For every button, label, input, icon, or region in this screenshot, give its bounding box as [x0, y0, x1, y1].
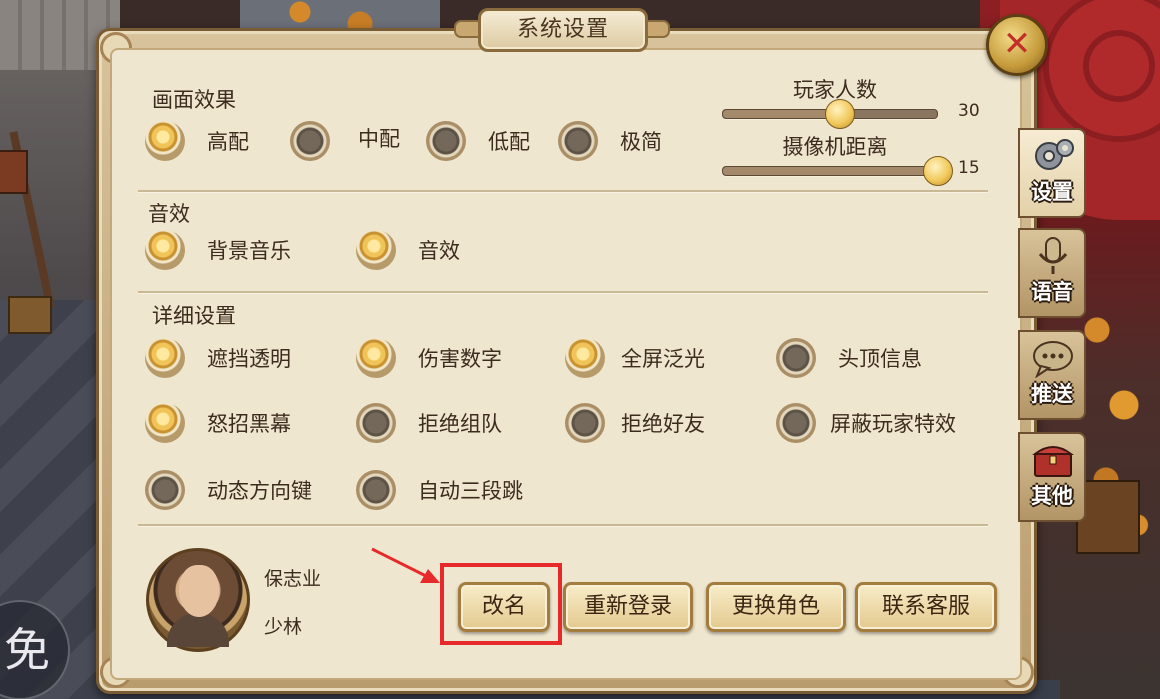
radio-graphics-high[interactable]: 高配: [145, 118, 249, 164]
toggle-indicator: [145, 338, 185, 378]
checkbox-fullscreen-bloom[interactable]: 全屏泛光: [565, 335, 705, 381]
checkbox-sound-effects[interactable]: 音效: [356, 227, 460, 273]
radio-label: 中配: [358, 127, 400, 151]
toggle-indicator: [356, 470, 396, 510]
toggle-indicator: [356, 230, 396, 270]
switch-role-button[interactable]: 更换角色: [706, 582, 846, 632]
section-title-sound: 音效: [148, 202, 190, 226]
tab-voice[interactable]: 语音: [1018, 228, 1086, 318]
checkbox-refuse-friend[interactable]: 拒绝好友: [565, 400, 705, 446]
toggle-label: 音效: [418, 239, 460, 263]
toggle-indicator: [565, 403, 605, 443]
dialog-title: 系统设置: [478, 8, 648, 52]
section-title-graphics: 画面效果: [152, 88, 236, 112]
section-divider: [138, 524, 988, 527]
relogin-button[interactable]: 重新登录: [563, 582, 693, 632]
checkbox-occlusion-transparency[interactable]: 遮挡透明: [145, 335, 291, 381]
annotation-arrow-icon: [371, 547, 440, 583]
toggle-indicator: [356, 338, 396, 378]
player-name: 保志业: [264, 568, 322, 590]
tab-push[interactable]: 推送: [1018, 330, 1086, 420]
checkbox-damage-numbers[interactable]: 伤害数字: [356, 335, 502, 381]
toggle-label: 自动三段跳: [418, 479, 523, 503]
gear-icon: [1030, 136, 1076, 176]
toggle-indicator: [145, 470, 185, 510]
toggle-indicator: [776, 338, 816, 378]
microphone-icon: [1030, 236, 1076, 276]
slider-value-player-count: 30: [958, 101, 980, 121]
toggle-label: 拒绝好友: [621, 412, 705, 436]
radio-graphics-minimal[interactable]: 极简: [558, 118, 662, 164]
tab-other[interactable]: 其他: [1018, 432, 1086, 522]
radio-label: 低配: [488, 130, 530, 154]
toggle-label: 全屏泛光: [621, 347, 705, 371]
treasure-chest-icon: [1030, 440, 1076, 480]
toggle-indicator: [145, 230, 185, 270]
checkbox-rage-blackout[interactable]: 怒招黑幕: [145, 400, 291, 446]
contact-support-button[interactable]: 联系客服: [855, 582, 997, 632]
radio-indicator: [290, 121, 330, 161]
toggle-label: 伤害数字: [418, 347, 502, 371]
toggle-label: 屏蔽玩家特效: [830, 412, 956, 436]
player-school: 少林: [264, 616, 303, 638]
checkbox-auto-triple-jump[interactable]: 自动三段跳: [356, 467, 523, 513]
toggle-label: 拒绝组队: [418, 412, 502, 436]
toggle-indicator: [565, 338, 605, 378]
checkbox-block-player-effects[interactable]: 屏蔽玩家特效: [776, 400, 956, 446]
chat-bubble-icon: [1030, 338, 1076, 378]
player-count-slider[interactable]: [722, 99, 938, 129]
checkbox-background-music[interactable]: 背景音乐: [145, 227, 291, 273]
tab-label: 其他: [1031, 484, 1073, 508]
section-divider: [138, 291, 988, 294]
radio-indicator: [558, 121, 598, 161]
slider-fill: [723, 167, 937, 175]
tab-label: 设置: [1031, 180, 1073, 204]
toggle-indicator: [145, 403, 185, 443]
tab-label: 推送: [1031, 382, 1073, 406]
scene-sign-board: [0, 150, 28, 194]
tab-settings[interactable]: 设置: [1018, 128, 1086, 218]
avatar-body: [167, 613, 229, 647]
tab-label: 语音: [1031, 280, 1073, 304]
avatar: [146, 548, 250, 652]
toggle-label: 头顶信息: [838, 347, 922, 371]
radio-graphics-low[interactable]: 低配: [426, 118, 530, 164]
section-divider: [138, 190, 988, 193]
toggle-label: 遮挡透明: [207, 347, 291, 371]
toggle-label: 怒招黑幕: [207, 412, 291, 436]
toggle-label: 背景音乐: [207, 239, 291, 263]
checkbox-overhead-info[interactable]: 头顶信息: [776, 335, 922, 381]
radio-graphics-medium[interactable]: 中配: [290, 118, 400, 164]
radio-indicator: [145, 121, 185, 161]
slider-value-camera-distance: 15: [958, 158, 980, 178]
slider-label-camera-distance: 摄像机距离: [782, 135, 888, 159]
toggle-label: 动态方向键: [207, 479, 312, 503]
toggle-indicator: [356, 403, 396, 443]
camera-distance-slider[interactable]: [722, 156, 953, 186]
hud-free-button-label: 免: [4, 623, 50, 677]
slider-fill: [723, 110, 839, 118]
toggle-indicator: [776, 403, 816, 443]
checkbox-refuse-team[interactable]: 拒绝组队: [356, 400, 502, 446]
checkbox-dynamic-joystick[interactable]: 动态方向键: [145, 467, 312, 513]
radio-label: 极简: [620, 130, 662, 154]
section-title-details: 详细设置: [152, 304, 236, 328]
highlight-box: [440, 563, 562, 645]
close-icon: ✕: [1002, 24, 1032, 64]
slider-handle[interactable]: [824, 99, 855, 129]
avatar-face: [179, 565, 219, 617]
radio-indicator: [426, 121, 466, 161]
close-button[interactable]: ✕: [986, 14, 1048, 76]
radio-label: 高配: [207, 130, 249, 154]
scene-crate: [8, 296, 52, 334]
slider-handle[interactable]: [923, 156, 953, 186]
